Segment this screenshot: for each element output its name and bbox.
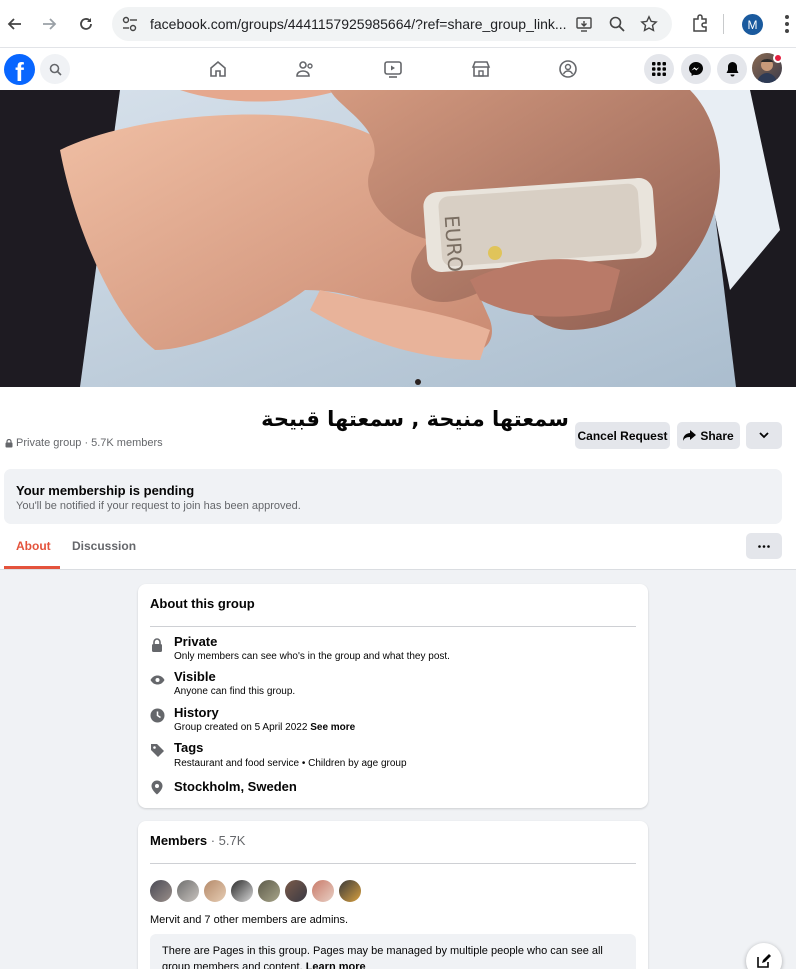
tab-discussion[interactable]: Discussion: [72, 539, 136, 553]
address-bar[interactable]: facebook.com/groups/4441157925985664/?re…: [112, 7, 672, 41]
share-label: Share: [700, 428, 734, 443]
cancel-request-label: Cancel Request: [577, 428, 668, 443]
members-count[interactable]: 5.7K members: [91, 437, 163, 449]
reload-icon[interactable]: [74, 12, 98, 36]
extensions-icon[interactable]: [690, 13, 710, 33]
new-message-button[interactable]: [746, 943, 782, 969]
bookmark-star-icon[interactable]: [640, 15, 658, 33]
about-title: About this group: [150, 596, 255, 611]
back-icon[interactable]: [3, 12, 27, 36]
cancel-request-button[interactable]: Cancel Request: [575, 422, 670, 449]
video-icon[interactable]: [380, 56, 406, 82]
avatar[interactable]: [203, 879, 227, 903]
privacy-label: Private group: [16, 437, 82, 449]
avatar[interactable]: [149, 879, 173, 903]
lock-icon: [149, 637, 165, 653]
about-divider: [150, 626, 636, 627]
notification-dot: [773, 53, 783, 63]
pages-note-text: There are Pages in this group. Pages may…: [162, 945, 603, 969]
see-more-link[interactable]: See more: [310, 722, 355, 733]
pages-in-group-note: There are Pages in this group. Pages may…: [150, 934, 636, 969]
avatar[interactable]: [257, 879, 281, 903]
group-meta: Private group · 5.7K members: [5, 437, 163, 449]
compose-icon: [757, 954, 771, 968]
tag-icon: [149, 742, 165, 758]
facebook-logo-icon[interactable]: f: [4, 54, 35, 85]
admins-text: Mervit and 7 other members are admins.: [150, 914, 349, 926]
tags-title: Tags: [174, 740, 204, 755]
chevron-down-icon: [759, 432, 769, 439]
avatar[interactable]: [338, 879, 362, 903]
members-divider: [150, 863, 636, 864]
tabs-more-button[interactable]: [746, 533, 782, 559]
location-title: Stockholm, Sweden: [174, 779, 297, 794]
eye-icon: [149, 672, 165, 688]
toolbar-separator: [723, 14, 724, 34]
avatar[interactable]: [176, 879, 200, 903]
about-card: About this group Private Only members ca…: [138, 584, 648, 808]
privacy-subtitle: Only members can see who's in the group …: [174, 651, 450, 662]
learn-more-link[interactable]: Learn more: [306, 961, 366, 969]
browser-menu-icon[interactable]: [784, 14, 790, 34]
browser-toolbar: facebook.com/groups/4441157925985664/?re…: [0, 0, 796, 48]
install-app-icon[interactable]: [575, 15, 593, 33]
search-icon[interactable]: [40, 54, 70, 84]
members-title-row: Members · 5.7K: [150, 833, 245, 848]
more-dots-icon: [758, 544, 770, 548]
pending-subtitle: You'll be notified if your request to jo…: [16, 500, 301, 512]
svg-text:EURO: EURO: [440, 214, 468, 272]
pending-title: Your membership is pending: [16, 483, 195, 498]
members-count-label: · 5.7K: [210, 833, 246, 848]
active-tab-indicator: [4, 566, 60, 569]
notifications-bell-icon[interactable]: [717, 54, 747, 84]
privacy-title: Private: [174, 634, 218, 649]
tags-subtitle[interactable]: Restaurant and food service • Children b…: [174, 758, 407, 769]
visibility-subtitle: Anyone can find this group.: [174, 686, 296, 697]
visibility-title: Visible: [174, 669, 216, 684]
groups-icon[interactable]: [555, 56, 581, 82]
lock-small-icon: [5, 438, 13, 447]
home-icon[interactable]: [205, 56, 231, 82]
membership-pending-banner: Your membership is pending You'll be not…: [4, 469, 782, 524]
avatar[interactable]: [284, 879, 308, 903]
menu-grid-icon[interactable]: [644, 54, 674, 84]
location-pin-icon: [149, 779, 165, 795]
marketplace-icon[interactable]: [468, 56, 494, 82]
friends-icon[interactable]: [292, 56, 318, 82]
group-cover-photo[interactable]: EURO: [0, 90, 796, 387]
browser-profile-avatar[interactable]: M: [742, 14, 763, 35]
share-icon: [683, 430, 697, 441]
facebook-navbar: f: [0, 48, 796, 90]
members-card: Members · 5.7K Mervit and 7 other member…: [138, 821, 648, 969]
site-settings-icon[interactable]: [120, 15, 140, 33]
group-header: سمعتها منيحة , سمعتها قبيحة Private grou…: [0, 387, 796, 570]
more-options-button[interactable]: [746, 422, 782, 449]
messenger-icon[interactable]: [681, 54, 711, 84]
clock-icon: [149, 707, 165, 723]
share-button[interactable]: Share: [677, 422, 740, 449]
url-text[interactable]: facebook.com/groups/4441157925985664/?re…: [150, 16, 567, 32]
history-created-text: Group created on 5 April 2022: [174, 722, 308, 733]
members-title: Members: [150, 833, 208, 848]
meta-separator: ·: [84, 437, 89, 449]
pages-note-text-wrap: There are Pages in this group. Pages may…: [162, 943, 612, 969]
history-title: History: [174, 705, 219, 720]
avatar[interactable]: [230, 879, 254, 903]
history-subtitle: Group created on 5 April 2022 See more: [174, 722, 355, 733]
forward-icon[interactable]: [37, 12, 61, 36]
tab-about[interactable]: About: [16, 539, 51, 553]
zoom-icon[interactable]: [608, 15, 626, 33]
avatar[interactable]: [311, 879, 335, 903]
admin-avatars: [149, 879, 362, 903]
